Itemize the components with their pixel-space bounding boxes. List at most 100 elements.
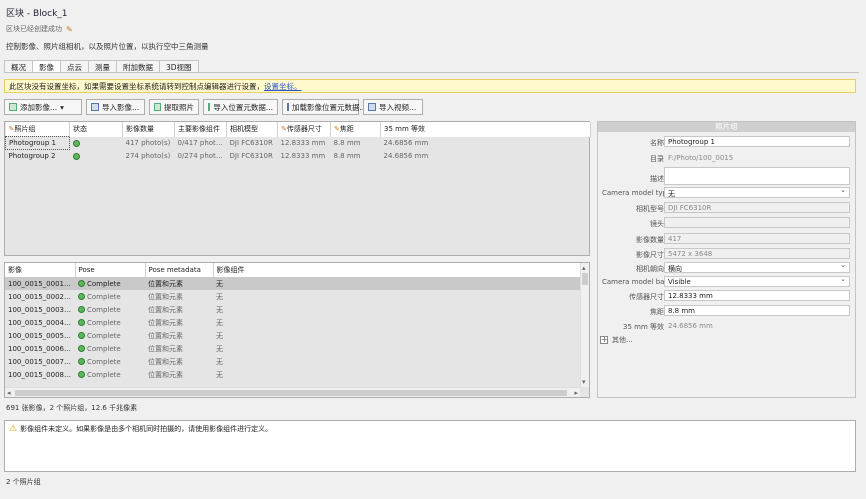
scroll-right-icon[interactable]: ▸ — [574, 389, 578, 397]
photos-header-row: 影像 Pose Pose metadata 影像组件 — [5, 263, 580, 277]
info-bar-text: 此区块没有设置坐标，如果需要设置坐标系统请转到控制点编辑器进行设置， — [9, 82, 264, 91]
prop-more[interactable]: + 其他... — [600, 335, 633, 345]
warning-box: ⚠ 影像组件未定义。如果影像是由多个相机同时拍摄的，请使用影像组件进行定义。 — [4, 420, 856, 472]
photogroup-name[interactable]: Photogroup 2 — [6, 150, 70, 163]
col-main-component[interactable]: 主要影像组件 — [174, 122, 227, 137]
warning-icon: ⚠ — [9, 424, 18, 434]
col-photo[interactable]: 影像 — [5, 263, 76, 277]
scroll-up-icon[interactable]: ▴ — [582, 264, 586, 272]
photogroup-sensor-size[interactable]: 12.8333 mm — [278, 150, 331, 163]
photo-row[interactable]: 100_0015_0002.JPG Complete 位置和元素 无 — [5, 290, 580, 303]
photo-row[interactable]: 100_0015_0001.JPG Complete 位置和元素 无 — [5, 277, 580, 290]
extract-photos-button[interactable]: 提取照片 — [149, 99, 199, 115]
page-title: 区块 - Block_1 — [6, 9, 68, 19]
scroll-left-icon[interactable]: ◂ — [7, 389, 11, 397]
prop-sensor-size: 传感器尺寸 12.8333 mm — [598, 290, 855, 302]
photogroup-35mm: 24.6856 mm — [383, 152, 429, 160]
prop-photo-count: 影像数量 417 — [598, 233, 855, 245]
photo-pose: Complete — [75, 355, 145, 368]
col-focal-length[interactable]: ✎焦距 — [330, 122, 381, 137]
import-icon — [91, 103, 99, 111]
orientation-select[interactable]: 横向 — [664, 262, 850, 273]
photos-horizontal-scrollbar[interactable]: ◂ ▸ — [5, 387, 580, 397]
ok-status-icon — [78, 280, 85, 287]
photo-pose-metadata: 位置和元素 — [148, 292, 183, 301]
camera-model-band-select[interactable]: Visible — [664, 276, 850, 287]
photo-pose: Complete — [75, 342, 145, 355]
add-images-button[interactable]: 添加影像... ▾ — [4, 99, 82, 115]
photo-name[interactable]: 100_0015_0008.JPG — [5, 368, 75, 381]
photo-pose-metadata: 位置和元素 — [145, 277, 213, 290]
photo-pose: Complete — [75, 290, 145, 303]
focal-length-input[interactable]: 8.8 mm — [664, 305, 850, 316]
info-bar: 此区块没有设置坐标，如果需要设置坐标系统请转到控制点编辑器进行设置，设置坐标。 — [4, 79, 856, 93]
photo-row[interactable]: 100_0015_0008.JPG Complete 位置和元素 无 — [5, 368, 580, 381]
import-images-button[interactable]: 导入影像... — [86, 99, 145, 115]
photo-name[interactable]: 100_0015_0004.JPG — [5, 316, 75, 329]
prop-lens: 镜头 — [598, 217, 855, 229]
photos-vertical-scrollbar[interactable]: ▴ ▾ — [580, 263, 589, 387]
load-metadata-label: 加载影像位置元数据... — [292, 102, 367, 112]
photo-row[interactable]: 100_0015_0004.JPG Complete 位置和元素 无 — [5, 316, 580, 329]
import-positions-button[interactable]: 导入位置元数据... — [203, 99, 278, 115]
property-editor: 照片组 名称 Photogroup 1 目录 F:/Photo/100_0015… — [597, 121, 856, 398]
import-video-button[interactable]: 导入视频... — [363, 99, 423, 115]
photogroup-row[interactable]: Photogroup 2 274 photo(s) 0/274 photo(s)… — [6, 150, 591, 163]
warning-text: 影像组件未定义。如果影像是由多个相机同时拍摄的，请使用影像组件进行定义。 — [20, 425, 273, 433]
prop-label: 传感器尺寸 — [629, 293, 664, 301]
prop-label: 镜头 — [650, 220, 664, 228]
photo-row[interactable]: 100_0015_0006.JPG Complete 位置和元素 无 — [5, 342, 580, 355]
prop-label: Camera model type — [602, 189, 664, 197]
photo-row[interactable]: 100_0015_0005.JPG Complete 位置和元素 无 — [5, 329, 580, 342]
col-photo-component[interactable]: 影像组件 — [213, 263, 580, 277]
block-status-text: 区块已经创建成功 — [6, 25, 62, 33]
photo-row[interactable]: 100_0015_0003.JPG Complete 位置和元素 无 — [5, 303, 580, 316]
photogroup-name[interactable]: Photogroup 1 — [5, 136, 70, 150]
photo-name[interactable]: 100_0015_0007.JPG — [5, 355, 75, 368]
photo-pose-metadata: 位置和元素 — [148, 331, 183, 340]
photogroup-focal-length[interactable]: 8.8 mm — [331, 150, 381, 163]
photogroup-sensor-size[interactable]: 12.8333 mm — [278, 137, 331, 150]
prop-name-input[interactable]: Photogroup 1 — [664, 136, 850, 147]
photo-row[interactable]: 100_0015_0007.JPG Complete 位置和元素 无 — [5, 355, 580, 368]
photogroup-focal-length[interactable]: 8.8 mm — [331, 137, 381, 150]
photo-name[interactable]: 100_0015_0002.JPG — [5, 290, 75, 303]
photo-pose: Complete — [75, 277, 145, 290]
load-metadata-button[interactable]: 加载影像位置元数据... — [282, 99, 367, 115]
prop-description-input[interactable] — [664, 167, 850, 185]
ok-status-icon — [78, 358, 85, 365]
block-status: 区块已经创建成功 ✎ — [6, 24, 73, 34]
photo-name[interactable]: 100_0015_0005.JPG — [5, 329, 75, 342]
extract-icon — [154, 103, 161, 111]
scrollbar-thumb[interactable] — [582, 273, 588, 285]
set-srs-link[interactable]: 设置坐标。 — [264, 82, 302, 91]
prop-label: 相机朝向 — [636, 265, 664, 273]
col-photogroup[interactable]: ✎照片组 — [5, 122, 70, 137]
scroll-down-icon[interactable]: ▾ — [582, 378, 586, 386]
photogroups-panel: ✎照片组 状态 影像数量 主要影像组件 相机模型 ✎传感器尺寸 ✎焦距 35 m… — [4, 121, 591, 256]
sensor-size-input[interactable]: 12.8333 mm — [664, 290, 850, 301]
edit-pencil-icon[interactable]: ✎ — [66, 25, 73, 34]
photo-name[interactable]: 100_0015_0006.JPG — [5, 342, 75, 355]
status-footer: 2 个照片组 — [6, 478, 41, 486]
expand-plus-icon[interactable]: + — [600, 336, 608, 344]
photogroup-35mm: 24.6856 mm — [383, 139, 429, 147]
photo-name[interactable]: 100_0015_0001.JPG — [5, 277, 75, 290]
col-pose[interactable]: Pose — [75, 263, 146, 277]
col-photo-count[interactable]: 影像数量 — [122, 122, 175, 137]
photo-component: 无 — [216, 370, 223, 379]
col-status[interactable]: 状态 — [69, 122, 123, 137]
col-35mm-equivalent[interactable]: 35 mm 等效 — [380, 122, 591, 137]
prop-orientation: 相机朝向 横向 — [598, 262, 855, 274]
col-camera-model[interactable]: 相机模型 — [226, 122, 278, 137]
camera-model-type-select[interactable]: 无 — [664, 187, 850, 198]
prop-camera-model-band: Camera model band Visible — [598, 276, 855, 288]
photos-table: 影像 Pose Pose metadata 影像组件 100_0015_0001… — [5, 263, 580, 381]
col-pose-metadata[interactable]: Pose metadata — [145, 263, 214, 277]
col-sensor-size[interactable]: ✎传感器尺寸 — [277, 122, 331, 137]
photo-name[interactable]: 100_0015_0003.JPG — [5, 303, 75, 316]
photogroup-camera-model: DJI FC6310R — [229, 139, 273, 147]
photogroup-camera-model: DJI FC6310R — [229, 152, 273, 160]
scrollbar-thumb[interactable] — [15, 390, 567, 396]
photogroup-row[interactable]: Photogroup 1 417 photo(s) 0/417 photo(s)… — [5, 136, 591, 150]
